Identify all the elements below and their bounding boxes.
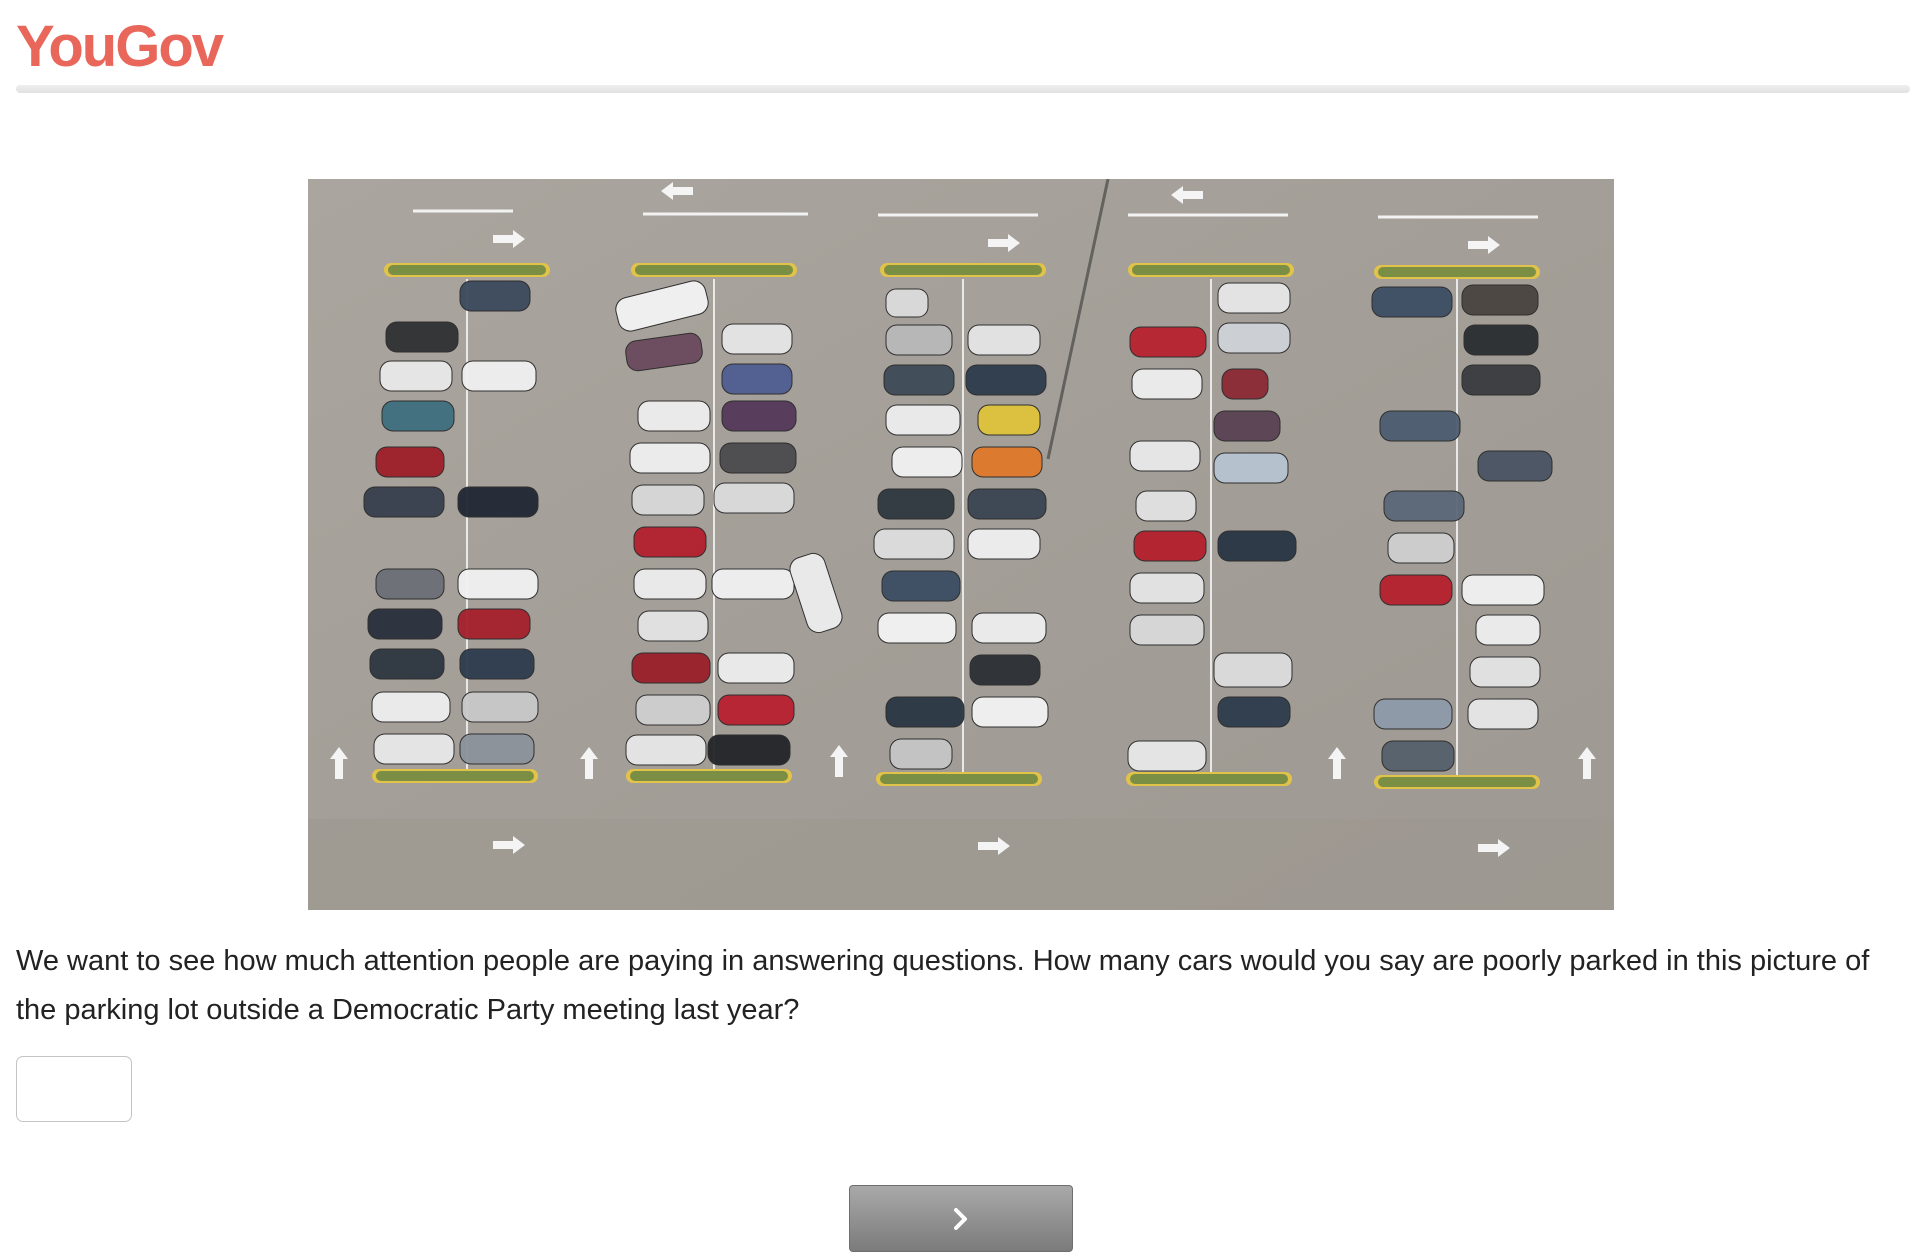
- survey-page: YouGov We want to see how much attention…: [0, 0, 1916, 1260]
- next-button[interactable]: [849, 1185, 1073, 1252]
- parking-lot-photo: [308, 179, 1614, 910]
- header-divider: [16, 85, 1910, 93]
- answer-input[interactable]: [16, 1056, 132, 1122]
- yougov-logo: YouGov: [16, 14, 224, 79]
- chevron-right-icon: [954, 1207, 967, 1230]
- header: YouGov: [16, 0, 1910, 96]
- question-text: We want to see how much attention people…: [16, 945, 1870, 1026]
